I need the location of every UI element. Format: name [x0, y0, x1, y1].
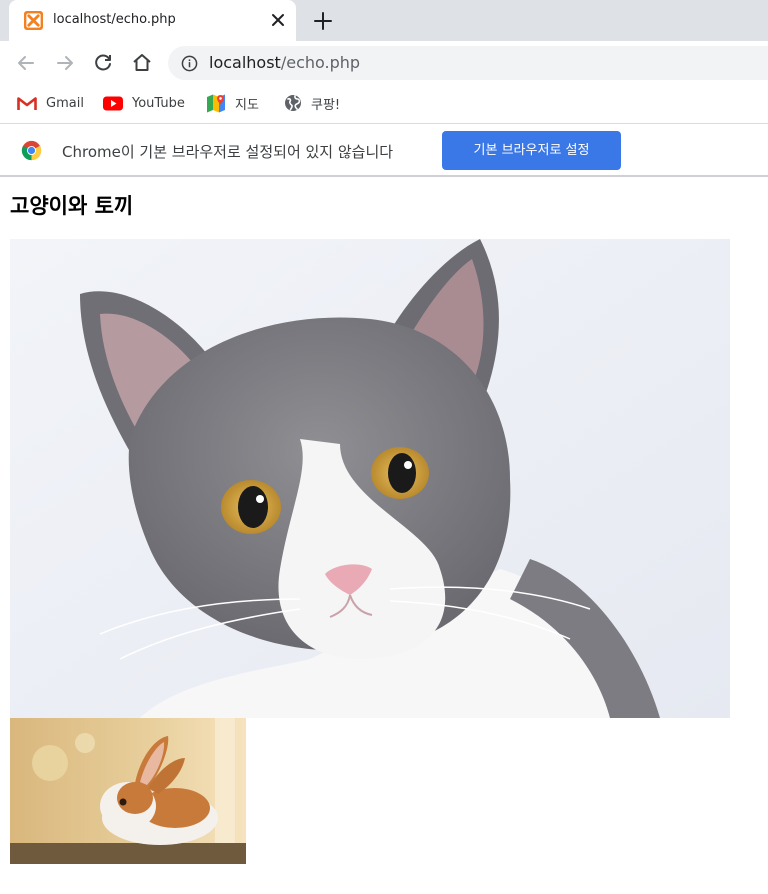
infobar-message: Chrome이 기본 브라우저로 설정되어 있지 않습니다 [62, 143, 394, 161]
tab-strip: localhost/echo.php [0, 0, 768, 41]
close-icon[interactable] [268, 10, 288, 30]
tab-title: localhost/echo.php [53, 12, 176, 27]
youtube-icon [103, 96, 123, 110]
maps-icon [207, 94, 225, 113]
url-path: /echo.php [280, 53, 361, 72]
set-default-browser-button[interactable]: 기본 브라우저로 설정 [442, 131, 621, 170]
url-text: localhost/echo.php [209, 53, 360, 72]
cat-photo [10, 239, 730, 718]
gmail-icon [17, 96, 37, 110]
bookmark-youtube[interactable]: YouTube [103, 93, 185, 113]
default-browser-infobar: Chrome이 기본 브라우저로 설정되어 있지 않습니다 기본 브라우저로 설… [0, 124, 768, 177]
xampp-icon [24, 11, 43, 30]
chrome-logo-icon [21, 140, 42, 161]
address-bar[interactable]: localhost/echo.php [168, 46, 768, 80]
bookmark-label: Gmail [46, 95, 84, 111]
info-icon[interactable] [181, 55, 198, 72]
page-heading: 고양이와 토끼 [10, 194, 134, 218]
bookmark-coupang[interactable]: 쿠팡! [284, 93, 340, 113]
bookmark-label: 지도 [235, 97, 259, 113]
bookmark-gmail[interactable]: Gmail [17, 93, 84, 113]
bookmarks-bar: Gmail YouTube 지도 쿠팡! [0, 85, 768, 123]
back-icon[interactable] [14, 51, 38, 75]
bookmark-label: 쿠팡! [311, 97, 341, 113]
forward-icon[interactable] [53, 51, 77, 75]
rabbit-photo [10, 718, 246, 864]
new-tab-icon[interactable] [312, 10, 334, 32]
toolbar: localhost/echo.php [0, 41, 768, 85]
reload-icon[interactable] [91, 51, 115, 75]
bookmark-label: YouTube [132, 95, 185, 111]
bookmark-maps[interactable]: 지도 [206, 93, 259, 113]
active-tab[interactable]: localhost/echo.php [9, 0, 296, 41]
url-host: localhost [209, 53, 281, 72]
globe-icon [285, 95, 301, 111]
home-icon[interactable] [130, 51, 154, 75]
